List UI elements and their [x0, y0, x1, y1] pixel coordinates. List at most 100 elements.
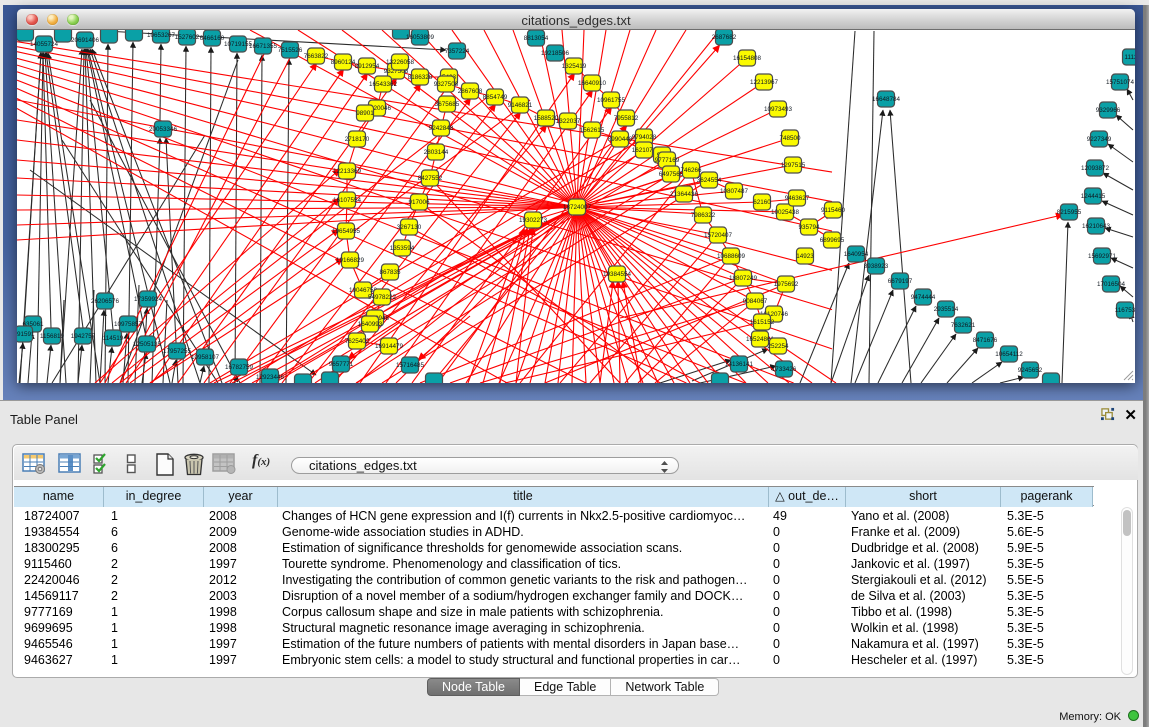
svg-text:9474444: 9474444 [911, 294, 936, 301]
svg-text:7663822: 7663822 [304, 53, 329, 60]
svg-text:16107554: 16107554 [333, 197, 362, 204]
svg-text:12213967: 12213967 [750, 79, 779, 86]
svg-text:14923: 14923 [796, 253, 814, 260]
svg-text:1527602: 1527602 [175, 34, 200, 41]
svg-text:10025438: 10025438 [771, 209, 800, 216]
svg-text:1562615: 1562615 [580, 127, 605, 134]
svg-text:9777169: 9777169 [655, 157, 680, 164]
svg-text:2867608: 2867608 [458, 88, 483, 95]
svg-text:9084067: 9084067 [743, 298, 768, 305]
svg-text:8960124: 8960124 [331, 59, 356, 66]
svg-text:62160: 62160 [753, 199, 771, 206]
svg-text:12093872: 12093872 [1081, 165, 1110, 172]
svg-text:15692971: 15692971 [1088, 253, 1117, 260]
svg-text:7515526: 7515526 [278, 47, 303, 54]
svg-text:18807249: 18807249 [729, 275, 758, 282]
svg-text:10973493: 10973493 [764, 106, 793, 113]
svg-text:1244415: 1244415 [1081, 193, 1106, 200]
svg-text:2803144: 2803144 [424, 149, 449, 156]
svg-text:10654112: 10654112 [995, 351, 1023, 358]
svg-text:10975857: 10975857 [114, 321, 143, 328]
svg-text:2687682: 2687682 [712, 34, 737, 41]
svg-text:13226058: 13226058 [386, 59, 415, 66]
svg-text:7632621: 7632621 [951, 322, 976, 329]
svg-text:10688609: 10688609 [717, 253, 746, 260]
svg-text:9245652: 9245652 [1018, 367, 1043, 374]
svg-text:8813054: 8813054 [524, 35, 549, 42]
svg-text:14055724: 14055724 [30, 41, 59, 48]
svg-text:9227349: 9227349 [1087, 136, 1112, 143]
svg-text:9115460: 9115460 [821, 207, 846, 214]
svg-text:6679197: 6679197 [888, 278, 913, 285]
svg-text:8215955: 8215955 [1057, 209, 1082, 216]
svg-text:9463627: 9463627 [785, 195, 810, 202]
svg-text:16782759: 16782759 [225, 364, 254, 371]
svg-text:98901: 98901 [356, 110, 374, 117]
svg-text:1156819: 1156819 [40, 333, 65, 340]
svg-text:10958107: 10958107 [191, 354, 220, 361]
svg-text:12505135: 12505135 [133, 341, 162, 348]
svg-text:1112: 1112 [1124, 54, 1135, 61]
svg-text:867835: 867835 [379, 269, 401, 276]
svg-text:16671355: 16671355 [249, 43, 278, 50]
svg-text:9329966: 9329966 [1096, 107, 1121, 114]
svg-text:10961755: 10961755 [597, 97, 626, 104]
svg-text:252254: 252254 [767, 343, 789, 350]
svg-text:15716485: 15716485 [396, 362, 425, 369]
svg-text:19654955: 19654955 [332, 228, 361, 235]
svg-text:748500: 748500 [779, 135, 801, 142]
svg-text:18724007: 18724007 [563, 204, 592, 211]
svg-text:19384554: 19384554 [603, 271, 632, 278]
svg-text:16914479: 16914479 [375, 343, 404, 350]
svg-text:7625402: 7625402 [345, 338, 370, 345]
svg-text:20691406: 20691406 [71, 37, 100, 44]
svg-text:14136141: 14136141 [725, 361, 754, 368]
svg-text:1640954: 1640954 [844, 251, 869, 258]
svg-text:16053809: 16053809 [406, 34, 435, 41]
svg-text:19302273: 19302273 [519, 217, 548, 224]
svg-text:1640993: 1640993 [358, 321, 383, 328]
svg-text:6466160: 6466160 [200, 35, 225, 42]
svg-text:7986322: 7986322 [691, 212, 716, 219]
svg-text:8427552: 8427552 [418, 175, 443, 182]
svg-text:20053346: 20053346 [149, 126, 178, 133]
svg-text:10807487: 10807487 [720, 188, 749, 195]
svg-text:7955812: 7955812 [614, 115, 639, 122]
svg-text:16154808: 16154808 [733, 55, 762, 62]
svg-text:746266: 746266 [680, 167, 702, 174]
svg-text:1322037: 1322037 [556, 118, 581, 125]
svg-text:1325419: 1325419 [562, 63, 587, 70]
svg-text:16648784: 16648784 [872, 96, 901, 103]
svg-text:16210643: 16210643 [1082, 223, 1111, 230]
svg-text:9794028: 9794028 [632, 134, 657, 141]
svg-text:1615152: 1615152 [750, 319, 775, 326]
svg-text:54978222: 54978222 [368, 294, 397, 301]
svg-text:2718170: 2718170 [345, 136, 370, 143]
svg-text:9327508: 9327508 [434, 81, 459, 88]
svg-text:19218506: 19218506 [541, 50, 570, 57]
svg-text:2935514: 2935514 [934, 306, 959, 313]
svg-text:9146821: 9146821 [508, 102, 533, 109]
svg-text:17359924: 17359924 [134, 296, 163, 303]
svg-text:8938923: 8938923 [864, 263, 889, 270]
svg-text:12213369: 12213369 [333, 168, 362, 175]
svg-text:1588520: 1588520 [534, 115, 559, 122]
svg-text:6899695: 6899695 [820, 237, 845, 244]
svg-text:1975692: 1975692 [774, 281, 799, 288]
svg-text:26206576: 26206576 [91, 298, 120, 305]
svg-text:10653267: 10653267 [147, 32, 176, 39]
svg-text:3624554: 3624554 [697, 177, 722, 184]
svg-text:8186328: 8186328 [408, 74, 433, 81]
svg-text:935794: 935794 [798, 224, 820, 231]
svg-text:16543362: 16543362 [369, 81, 398, 88]
svg-text:1733426: 1733426 [772, 366, 797, 373]
svg-text:19166829: 19166829 [336, 257, 365, 264]
svg-text:8854749: 8854749 [483, 94, 508, 101]
svg-text:17016504: 17016504 [1097, 281, 1126, 288]
svg-text:1353594: 1353594 [390, 245, 415, 252]
svg-text:3675685: 3675685 [435, 101, 460, 108]
svg-text:8912954: 8912954 [355, 63, 380, 70]
svg-text:15720407: 15720407 [704, 232, 733, 239]
svg-text:391591: 391591 [17, 331, 35, 338]
svg-text:8471676: 8471676 [973, 337, 998, 344]
